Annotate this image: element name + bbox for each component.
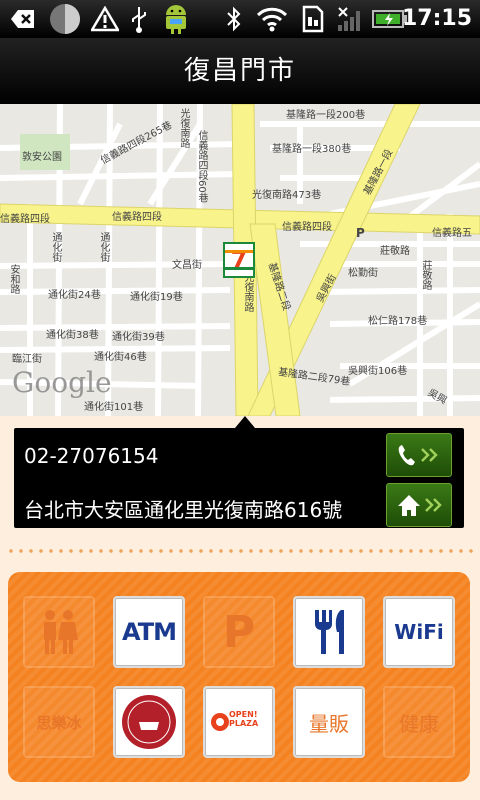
map-label: 通化街 bbox=[50, 232, 61, 262]
home-icon bbox=[398, 495, 442, 516]
phone-icon bbox=[398, 445, 438, 466]
map-label: 臨江街 bbox=[12, 354, 42, 365]
map-label: P bbox=[356, 226, 365, 240]
parking-service[interactable]: P bbox=[203, 596, 275, 668]
map-label: 通化街 bbox=[98, 232, 109, 262]
status-bar: 17:15 bbox=[0, 0, 480, 38]
map-label: 通化街46巷 bbox=[94, 352, 147, 363]
map-label: 通化街101巷 bbox=[84, 402, 144, 413]
callout-pointer bbox=[235, 416, 255, 428]
restroom-icon bbox=[44, 610, 78, 654]
slurpee-service[interactable]: 思樂冰 bbox=[23, 686, 95, 758]
call-button[interactable] bbox=[386, 433, 452, 477]
sim-icon bbox=[298, 4, 328, 34]
restroom-service[interactable] bbox=[23, 596, 95, 668]
android-icon bbox=[158, 4, 194, 34]
city-cafe-service[interactable] bbox=[113, 686, 185, 758]
map-label: 通化街39巷 bbox=[112, 332, 165, 343]
dotted-divider bbox=[6, 549, 474, 553]
map-label: 敦安公園 bbox=[22, 152, 62, 163]
dining-service[interactable] bbox=[293, 596, 365, 668]
title-bar: 復昌門市 bbox=[0, 38, 480, 104]
city-cafe-icon bbox=[122, 695, 176, 749]
atm-service[interactable]: ATM bbox=[113, 596, 185, 668]
map-label: 信義路四段 bbox=[112, 212, 162, 223]
wifi-icon bbox=[254, 4, 290, 34]
map-label: 信義路四段 bbox=[0, 214, 50, 225]
map-label: 基隆路一段200巷 bbox=[286, 110, 366, 121]
circle-avatar-icon bbox=[46, 4, 84, 34]
map-label: 通化街38巷 bbox=[46, 330, 99, 341]
usb-debug-icon bbox=[6, 4, 40, 34]
wifi-service[interactable]: WiFi bbox=[383, 596, 455, 668]
page-title: 復昌門市 bbox=[183, 56, 296, 86]
fork-knife-icon bbox=[315, 610, 344, 654]
store-marker-icon[interactable]: 7 bbox=[223, 242, 255, 278]
warning-icon bbox=[90, 4, 120, 34]
map-label: 莊敬路 bbox=[380, 246, 410, 257]
map-label: 光復南路 bbox=[242, 272, 253, 312]
open-plaza-service[interactable]: OPEN! PLAZA bbox=[203, 686, 275, 758]
store-info-box: 02-27076154 台北市大安區通化里光復南路616號 bbox=[14, 428, 464, 528]
map-view[interactable]: 信義路四段265巷 光復南路 信義路四段60巷 基隆路一段200巷 敦安公園 基… bbox=[0, 104, 480, 416]
map-label: 光復南路473巷 bbox=[252, 190, 322, 201]
map-label: 通化街19巷 bbox=[130, 292, 183, 303]
volume-sale-service[interactable]: 量販 bbox=[293, 686, 365, 758]
store-phone: 02-27076154 bbox=[24, 444, 159, 468]
map-label: 莊敬路 bbox=[420, 260, 431, 290]
map-label: 松仁路178巷 bbox=[368, 316, 428, 327]
status-time: 17:15 bbox=[401, 6, 472, 31]
services-panel: ATM P WiFi 思樂冰 OPEN! PLAZA 量販 健康 bbox=[8, 572, 470, 782]
map-label: 松勤街 bbox=[348, 268, 378, 279]
store-address: 台北市大安區通化里光復南路616號 bbox=[24, 498, 343, 522]
map-label: 信義路四段60巷 bbox=[196, 130, 207, 203]
navigate-button[interactable] bbox=[386, 483, 452, 527]
map-label: 吳興街106巷 bbox=[348, 366, 408, 377]
map-label: 基隆路一段380巷 bbox=[272, 144, 352, 155]
map-label: 光復南路 bbox=[178, 108, 189, 148]
google-logo: Google bbox=[12, 366, 112, 399]
usb-icon bbox=[126, 4, 152, 34]
map-label: 信義路四段 bbox=[282, 222, 332, 233]
map-label: 文昌街 bbox=[172, 260, 202, 271]
bluetooth-icon bbox=[222, 4, 246, 34]
health-service[interactable]: 健康 bbox=[383, 686, 455, 758]
map-label: 安和路 bbox=[8, 264, 19, 294]
signal-icon bbox=[334, 4, 366, 34]
map-label: 通化街24巷 bbox=[48, 290, 101, 301]
map-label: 信義路五 bbox=[432, 228, 472, 239]
